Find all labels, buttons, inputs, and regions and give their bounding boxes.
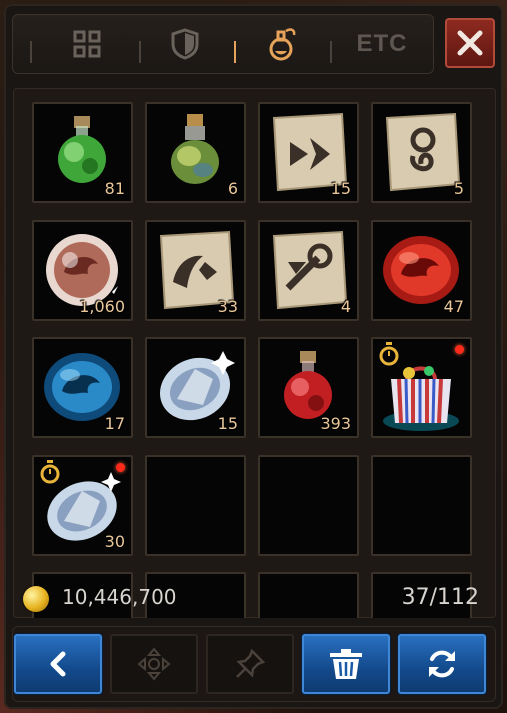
item-count: 47 <box>443 297 464 316</box>
tab-separator-active <box>234 41 236 63</box>
inventory-slot-empty[interactable] <box>258 572 359 618</box>
inventory-slot-empty[interactable] <box>145 455 246 556</box>
tab-all[interactable] <box>52 14 122 74</box>
tab-separator <box>139 41 141 63</box>
timer-icon <box>40 460 60 484</box>
tab-etc[interactable]: ETC <box>347 14 417 74</box>
new-item-indicator <box>116 463 125 472</box>
tab-separator <box>30 41 32 63</box>
inventory-slot[interactable]: 393 <box>258 337 359 438</box>
pin-button[interactable] <box>206 634 294 694</box>
inventory-slot[interactable]: 4 <box>258 220 359 321</box>
gold-amount: 10,446,700 <box>62 585 177 609</box>
item-count: 4 <box>340 297 351 316</box>
discard-button[interactable] <box>302 634 390 694</box>
shield-icon <box>171 28 199 60</box>
item-count: 17 <box>104 414 125 433</box>
inventory-slot[interactable] <box>371 337 472 438</box>
inventory-slot[interactable]: 30 <box>32 455 133 556</box>
refresh-button[interactable] <box>398 634 486 694</box>
item-count: 15 <box>217 414 238 433</box>
timer-icon <box>379 342 399 366</box>
gold-coin-icon <box>23 586 49 612</box>
item-count: 1,060 <box>79 297 125 316</box>
potion-icon <box>269 28 296 61</box>
item-count: 393 <box>320 414 351 433</box>
grid-icon <box>73 30 101 58</box>
inventory-panel: ETC 81 6 15 5 1,060 33 4 47 17 15 393 30… <box>4 4 503 709</box>
inventory-slot[interactable]: 81 <box>32 102 133 203</box>
inventory-slot[interactable]: 15 <box>145 337 246 438</box>
close-button[interactable] <box>445 18 495 68</box>
pin-icon <box>236 648 266 678</box>
inventory-slot-empty[interactable] <box>371 455 472 556</box>
item-count: 5 <box>453 179 464 198</box>
close-icon <box>457 30 483 56</box>
inventory-slot[interactable]: 1,060 <box>32 220 133 321</box>
back-button[interactable] <box>14 634 102 694</box>
refresh-icon <box>429 650 455 678</box>
tab-etc-label: ETC <box>356 30 408 57</box>
inventory-slot-empty[interactable] <box>258 455 359 556</box>
inventory-grid: 81 6 15 5 1,060 33 4 47 17 15 393 30 <box>13 88 496 618</box>
item-count: 81 <box>104 179 125 198</box>
trash-icon <box>330 649 362 679</box>
item-count: 30 <box>104 532 125 551</box>
inventory-slot[interactable]: 6 <box>145 102 246 203</box>
item-count: 15 <box>330 179 351 198</box>
inventory-capacity: 37/112 <box>401 585 479 610</box>
item-count: 33 <box>217 297 238 316</box>
new-item-indicator <box>455 345 464 354</box>
tab-consumables[interactable] <box>248 14 318 74</box>
chevron-left-icon <box>50 651 66 677</box>
item-count: 6 <box>227 179 238 198</box>
tab-equipment[interactable] <box>150 14 220 74</box>
inventory-slot[interactable]: 17 <box>32 337 133 438</box>
inventory-slot[interactable]: 47 <box>371 220 472 321</box>
move-button[interactable] <box>110 634 198 694</box>
inventory-slot[interactable]: 15 <box>258 102 359 203</box>
category-tab-bar: ETC <box>12 14 434 74</box>
inventory-slot[interactable]: 5 <box>371 102 472 203</box>
tab-separator <box>330 41 332 63</box>
inventory-slot[interactable]: 33 <box>145 220 246 321</box>
move-arrows-icon <box>137 647 171 681</box>
